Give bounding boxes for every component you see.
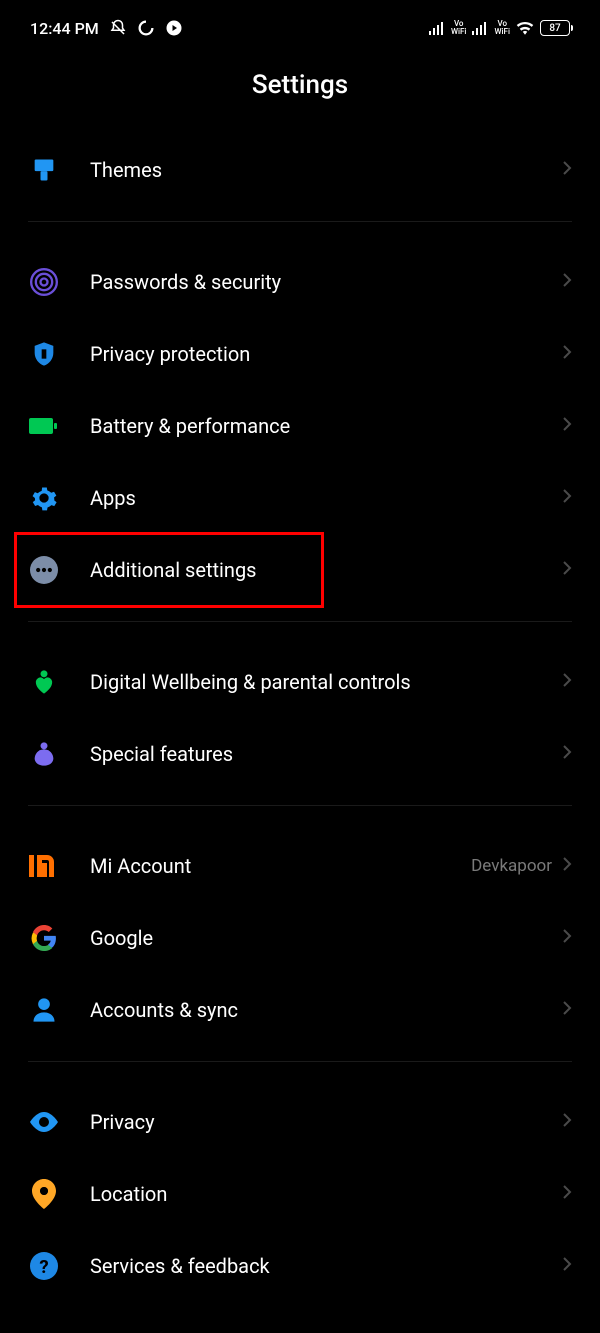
google-icon <box>28 922 60 954</box>
divider <box>28 221 572 222</box>
chevron-right-icon <box>562 560 572 580</box>
chevron-right-icon <box>562 488 572 508</box>
chevron-right-icon <box>562 344 572 364</box>
sync-icon <box>137 19 155 37</box>
row-accounts-sync[interactable]: Accounts & sync <box>0 974 600 1046</box>
row-privacy-protection[interactable]: Privacy protection <box>0 318 600 390</box>
row-themes[interactable]: Themes <box>0 134 600 206</box>
signal-icon <box>429 21 445 35</box>
row-google[interactable]: Google <box>0 902 600 974</box>
flask-icon <box>28 738 60 770</box>
chevron-right-icon <box>562 1184 572 1204</box>
chevron-right-icon <box>562 416 572 436</box>
chevron-right-icon <box>562 744 572 764</box>
wellbeing-icon <box>28 666 60 698</box>
mute-icon <box>109 19 127 37</box>
divider <box>28 621 572 622</box>
more-horizontal-icon <box>28 554 60 586</box>
chevron-right-icon <box>562 160 572 180</box>
row-label: Location <box>90 1182 562 1206</box>
help-icon: ? <box>28 1250 60 1282</box>
row-apps[interactable]: Apps <box>0 462 600 534</box>
row-label: Apps <box>90 486 562 510</box>
svg-text:?: ? <box>39 1256 48 1278</box>
row-digital-wellbeing[interactable]: Digital Wellbeing & parental controls <box>0 646 600 718</box>
chevron-right-icon <box>562 928 572 948</box>
status-bar: 12:44 PM VoWiFi VoWiFi 87 <box>0 0 600 48</box>
status-left: 12:44 PM <box>30 19 183 38</box>
status-time: 12:44 PM <box>30 19 99 38</box>
row-special-features[interactable]: Special features <box>0 718 600 790</box>
status-right: VoWiFi VoWiFi 87 <box>429 20 570 36</box>
row-label: Passwords & security <box>90 270 562 294</box>
row-label: Special features <box>90 742 562 766</box>
page-title: Settings <box>0 48 600 134</box>
row-battery-performance[interactable]: Battery & performance <box>0 390 600 462</box>
mi-logo-icon <box>28 850 60 882</box>
location-pin-icon <box>28 1178 60 1210</box>
battery-performance-icon <box>28 410 60 442</box>
row-services-feedback[interactable]: ? Services & feedback <box>0 1230 600 1302</box>
row-additional-settings[interactable]: Additional settings <box>0 534 600 606</box>
row-value: Devkapoor <box>471 856 552 876</box>
row-location[interactable]: Location <box>0 1158 600 1230</box>
person-icon <box>28 994 60 1026</box>
row-label: Themes <box>90 158 562 182</box>
vowifi-icon-2: VoWiFi <box>494 20 510 36</box>
wifi-icon <box>516 21 534 35</box>
chevron-right-icon <box>562 672 572 692</box>
row-label: Additional settings <box>90 558 562 582</box>
row-label: Google <box>90 926 562 950</box>
row-label: Digital Wellbeing & parental controls <box>90 670 562 694</box>
shield-icon <box>28 338 60 370</box>
play-icon <box>165 19 183 37</box>
chevron-right-icon <box>562 272 572 292</box>
chevron-right-icon <box>562 1000 572 1020</box>
row-label: Mi Account <box>90 854 471 878</box>
chevron-right-icon <box>562 1256 572 1276</box>
row-mi-account[interactable]: Mi Account Devkapoor <box>0 830 600 902</box>
row-label: Services & feedback <box>90 1254 562 1278</box>
eye-icon <box>28 1106 60 1138</box>
chevron-right-icon <box>562 856 572 876</box>
battery-level: 87 <box>549 23 560 34</box>
row-label: Accounts & sync <box>90 998 562 1022</box>
signal-icon-2 <box>472 21 488 35</box>
row-label: Battery & performance <box>90 414 562 438</box>
fingerprint-icon <box>28 266 60 298</box>
row-privacy[interactable]: Privacy <box>0 1086 600 1158</box>
divider <box>28 1061 572 1062</box>
chevron-right-icon <box>562 1112 572 1132</box>
vowifi-icon-1: VoWiFi <box>451 20 467 36</box>
themes-icon <box>28 154 60 186</box>
row-passwords-security[interactable]: Passwords & security <box>0 246 600 318</box>
gear-icon <box>28 482 60 514</box>
row-label: Privacy <box>90 1110 562 1134</box>
battery-icon: 87 <box>540 20 570 36</box>
divider <box>28 805 572 806</box>
row-label: Privacy protection <box>90 342 562 366</box>
